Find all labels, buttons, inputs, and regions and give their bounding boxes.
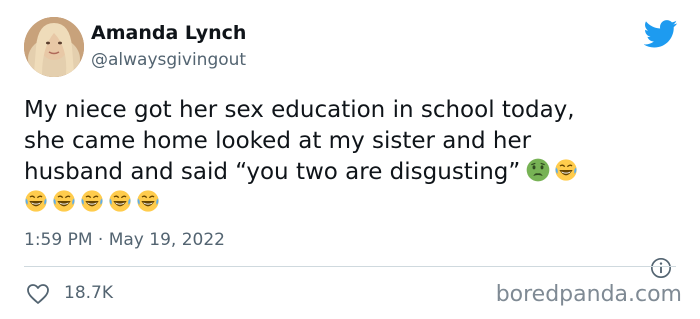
rolling-laughing-icon — [25, 190, 47, 212]
like-count: 18.7K — [64, 283, 113, 303]
rolling-laughing-icon — [53, 190, 75, 212]
tweet-text-line-emoji-row — [24, 188, 664, 219]
tweet-text-segment: husband and said “you two are disgusting… — [24, 159, 521, 185]
watermark: boredpanda.com — [495, 282, 682, 307]
avatar[interactable] — [24, 17, 84, 77]
tweet-text: My niece got her sex education in school… — [24, 95, 664, 219]
info-icon[interactable] — [650, 257, 672, 279]
heart-icon[interactable] — [26, 283, 50, 305]
tweet-text-line: My niece got her sex education in school… — [24, 97, 575, 123]
rolling-laughing-icon — [109, 190, 131, 212]
avatar-image — [24, 17, 84, 77]
author-name[interactable]: Amanda Lynch — [91, 22, 246, 44]
divider — [24, 266, 676, 267]
rolling-laughing-icon — [81, 190, 103, 212]
tweet-text-line-with-emoji: husband and said “you two are disgusting… — [24, 157, 664, 188]
nauseated-face-icon — [526, 158, 550, 182]
rolling-laughing-icon — [137, 190, 159, 212]
tweet-text-line: she came home looked at my sister and he… — [24, 128, 532, 154]
tweet-timestamp[interactable]: 1:59 PM · May 19, 2022 — [24, 230, 225, 250]
rolling-laughing-icon — [555, 159, 577, 181]
author-handle[interactable]: @alwaysgivingout — [91, 50, 246, 70]
twitter-bird-icon[interactable] — [644, 20, 678, 48]
tweet-card: Amanda Lynch @alwaysgivingout My niece g… — [0, 0, 700, 319]
